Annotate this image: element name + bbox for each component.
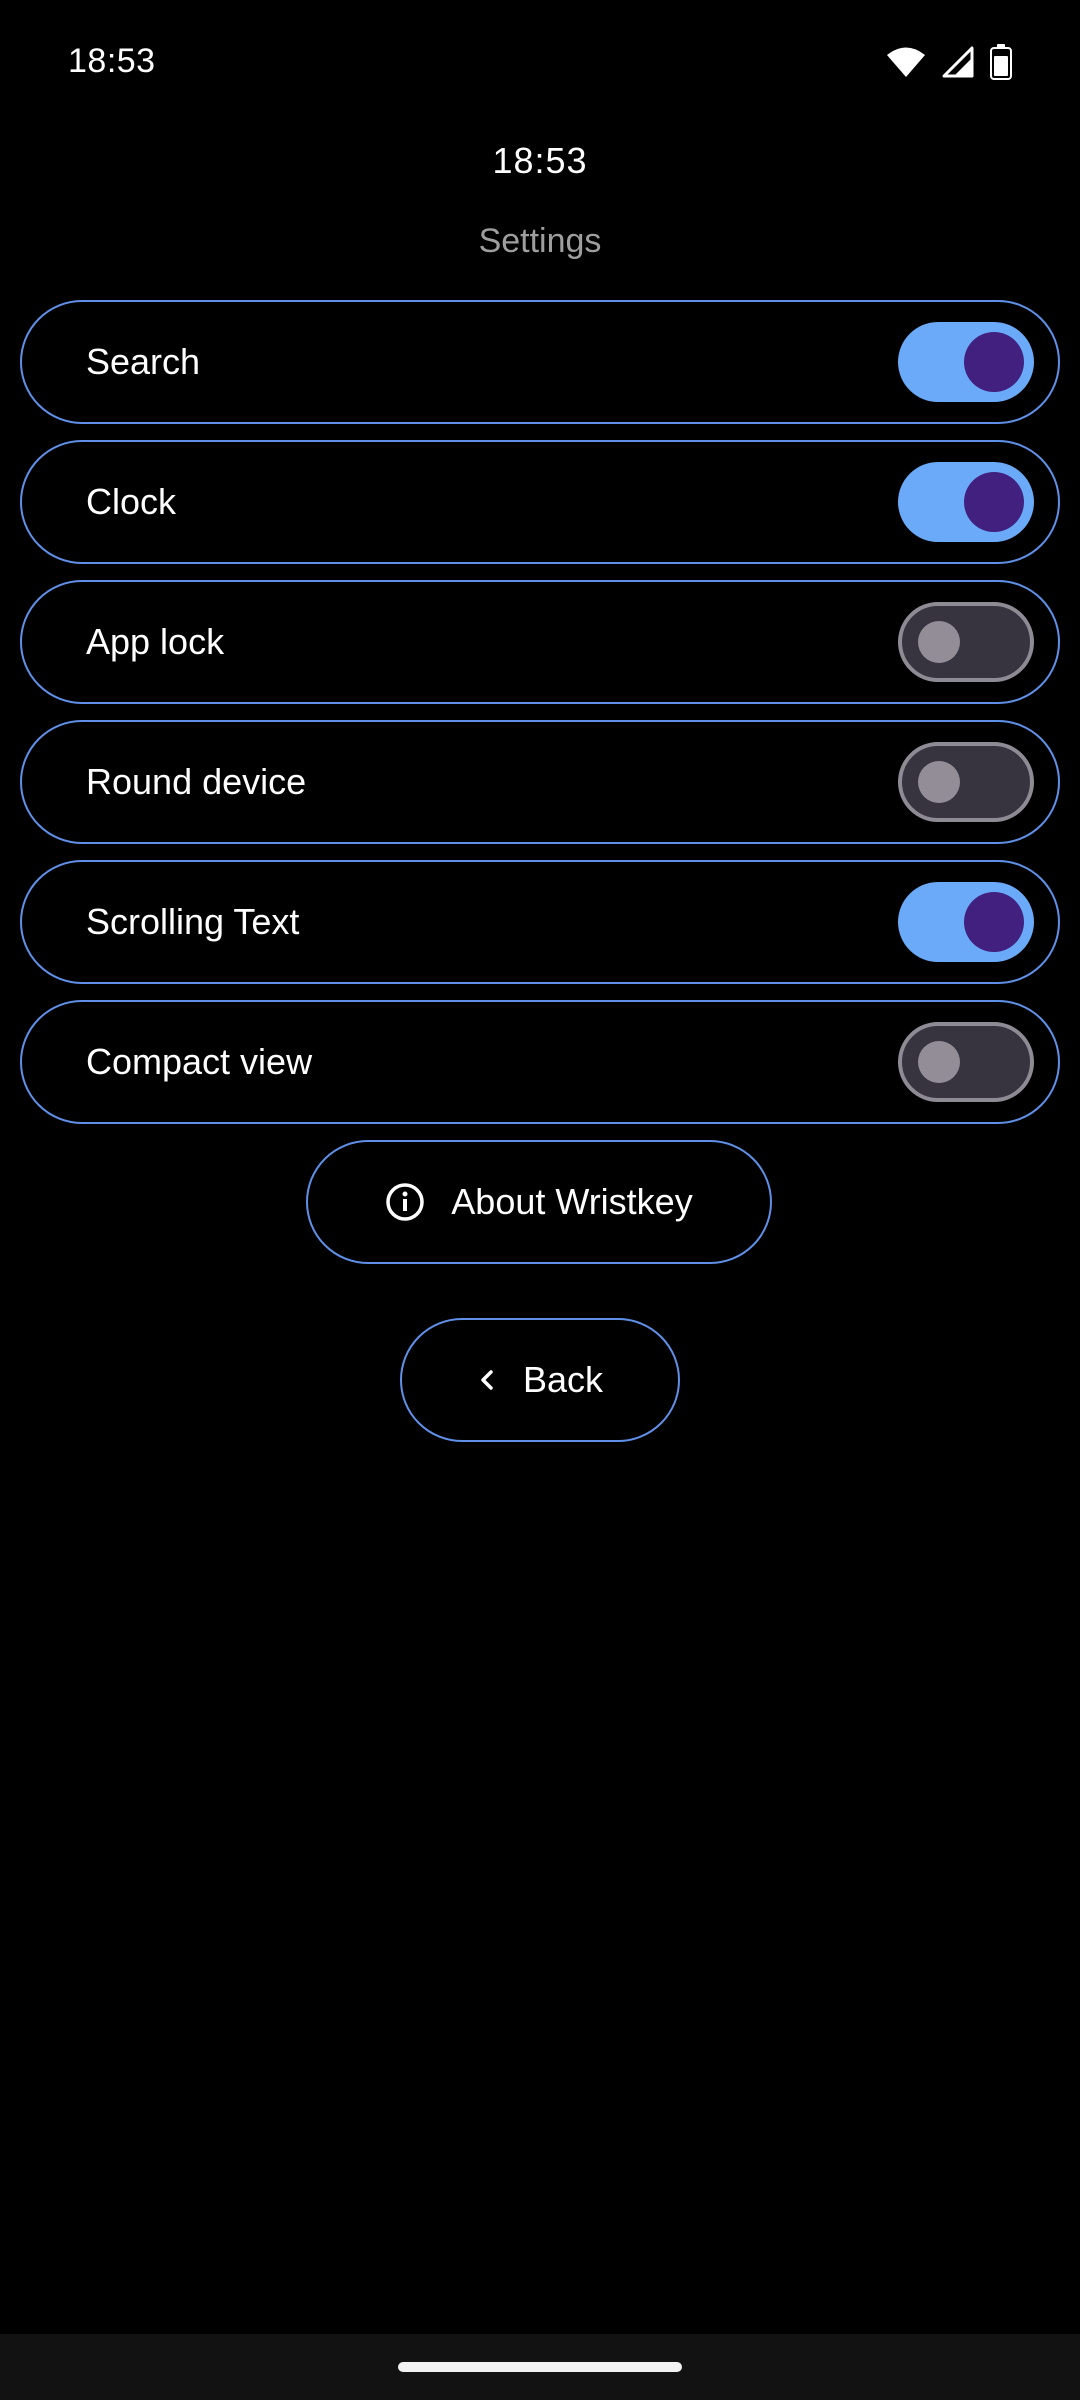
setting-label: Round device: [86, 761, 307, 802]
compact-view-toggle[interactable]: [898, 1022, 1034, 1102]
toggle-knob: [964, 472, 1024, 532]
setting-app-lock[interactable]: App lock: [20, 580, 1060, 704]
app-clock: 18:53: [492, 140, 588, 181]
status-icons: [886, 44, 1012, 80]
clock-toggle[interactable]: [898, 462, 1034, 542]
setting-search[interactable]: Search: [20, 300, 1060, 424]
about-button[interactable]: About Wristkey: [306, 1140, 772, 1264]
back-button-label: Back: [522, 1359, 604, 1400]
toggle-knob: [918, 1041, 960, 1083]
setting-compact-view[interactable]: Compact view: [20, 1000, 1060, 1124]
setting-label: Search: [86, 341, 201, 382]
info-icon: [385, 1182, 425, 1222]
battery-icon: [990, 44, 1012, 80]
back-button[interactable]: Back: [400, 1318, 680, 1442]
setting-label: Compact view: [86, 1041, 313, 1082]
setting-label: Clock: [86, 481, 177, 522]
toggle-knob: [918, 621, 960, 663]
setting-round-device[interactable]: Round device: [20, 720, 1060, 844]
chevron-left-icon: [477, 1366, 497, 1394]
wifi-icon: [886, 46, 926, 78]
toggle-knob: [918, 761, 960, 803]
setting-scrolling-text[interactable]: Scrolling Text: [20, 860, 1060, 984]
status-bar: 18:53: [0, 0, 1080, 120]
setting-label: App lock: [86, 621, 225, 662]
app-lock-toggle[interactable]: [898, 602, 1034, 682]
toggle-knob: [964, 892, 1024, 952]
round-device-toggle[interactable]: [898, 742, 1034, 822]
page-title: Settings: [478, 222, 602, 260]
status-time: 18:53: [68, 42, 156, 80]
setting-label: Scrolling Text: [86, 901, 300, 942]
toggle-knob: [964, 332, 1024, 392]
cell-signal-icon: [942, 46, 974, 78]
setting-clock[interactable]: Clock: [20, 440, 1060, 564]
scrolling-text-toggle[interactable]: [898, 882, 1034, 962]
about-button-label: About Wristkey: [451, 1181, 693, 1222]
search-toggle[interactable]: [898, 322, 1034, 402]
home-gesture-handle[interactable]: [398, 2362, 682, 2372]
settings-list: Search Clock App lock Round device Scrol…: [20, 300, 1060, 1140]
